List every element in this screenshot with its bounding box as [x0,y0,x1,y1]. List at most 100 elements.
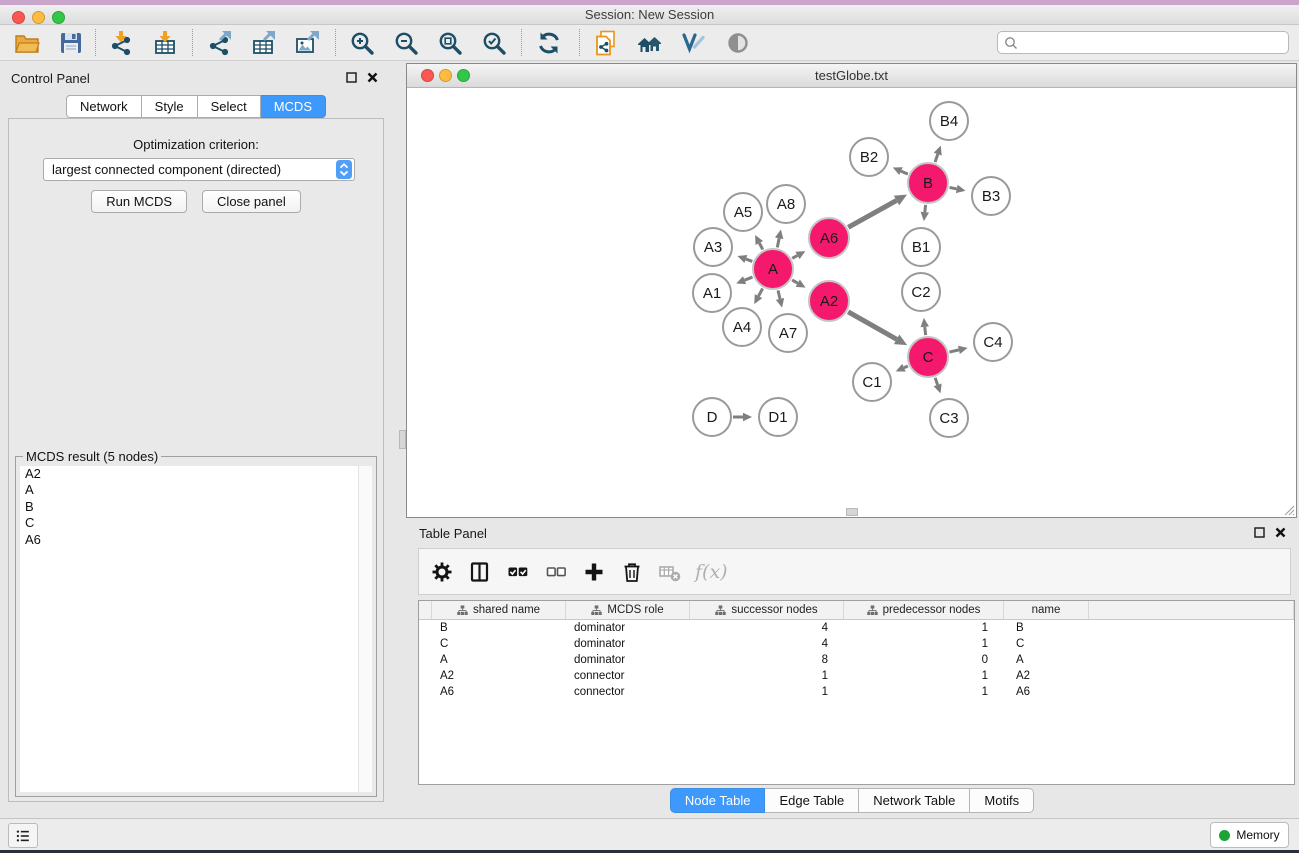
export-network-button[interactable] [200,28,238,58]
import-network-button[interactable] [102,28,140,58]
table-row[interactable]: B dominator 4 1 B [419,620,1294,636]
graph-edge-B-B3[interactable] [950,187,957,188]
export-table-button[interactable] [244,28,282,58]
delete-column-button[interactable] [617,555,647,589]
tab-network[interactable]: Network [66,95,142,118]
import-table-button[interactable] [146,28,184,58]
run-mcds-button[interactable]: Run MCDS [91,190,187,213]
maximize-traffic-light[interactable] [52,11,65,24]
select-all-button[interactable] [503,555,533,589]
vizmapper-button[interactable] [675,28,713,58]
graph-node-A5[interactable]: A5 [724,193,762,231]
zoom-in-button[interactable] [343,28,381,58]
graph-node-B[interactable]: B [908,163,948,203]
graph-node-C[interactable]: C [908,337,948,377]
memory-button[interactable]: Memory [1210,822,1289,848]
search-input[interactable] [1022,35,1282,51]
zoom-selected-button[interactable] [475,28,513,58]
close-traffic-light[interactable] [12,11,25,24]
graph-edge-A2-C[interactable] [848,312,897,339]
graph-edge-A-A4[interactable] [758,288,762,296]
mcds-result-list[interactable]: A2ABCA6 [20,466,372,792]
network-window-titlebar[interactable]: testGlobe.txt [407,64,1296,88]
graph-node-B3[interactable]: B3 [972,177,1010,215]
graph-edge-A-A7[interactable] [778,290,780,299]
vertical-splitter-handle[interactable] [399,430,406,449]
network-maximize-traffic-light[interactable] [457,69,470,82]
close-panel-button[interactable]: Close panel [202,190,301,213]
graph-node-A1[interactable]: A1 [693,274,731,312]
graph-edge-A-A3[interactable] [746,259,752,261]
graph-node-A[interactable]: A [753,249,793,289]
graph-node-C1[interactable]: C1 [853,363,891,401]
graph-node-B2[interactable]: B2 [850,138,888,176]
refresh-view-button[interactable] [530,28,568,58]
result-list-scrollbar[interactable] [358,466,372,792]
graph-edge-C-C4[interactable] [949,350,958,352]
table-row[interactable]: A6 connector 1 1 A6 [419,684,1294,700]
column-header-name[interactable]: name [1004,601,1089,619]
graph-node-C3[interactable]: C3 [930,399,968,437]
table-settings-button[interactable] [427,555,457,589]
horizontal-splitter-handle[interactable] [846,508,858,516]
graph-edge-A-A2[interactable] [792,280,798,283]
function-builder-button[interactable]: f(x) [695,561,728,583]
zoom-out-button[interactable] [387,28,425,58]
table-row[interactable]: A dominator 8 0 A [419,652,1294,668]
search-field[interactable] [997,31,1289,54]
minimize-traffic-light[interactable] [32,11,45,24]
graph-edge-A-A5[interactable] [759,243,762,250]
graph-edge-A6-B[interactable] [848,200,896,227]
resize-grip-icon[interactable] [1281,502,1295,516]
tab-motifs[interactable]: Motifs [970,788,1034,813]
network-minimize-traffic-light[interactable] [439,69,452,82]
graph-node-A3[interactable]: A3 [694,228,732,266]
column-header-MCDS-role[interactable]: MCDS role [566,601,690,619]
graph-node-A6[interactable]: A6 [809,218,849,258]
table-row[interactable]: A2 connector 1 1 A2 [419,668,1294,684]
graph-edge-C-C1[interactable] [904,366,908,368]
graph-node-C2[interactable]: C2 [902,273,940,311]
show-hide-button[interactable] [719,28,757,58]
tab-node-table[interactable]: Node Table [670,788,766,813]
zoom-fit-button[interactable] [431,28,469,58]
tab-mcds[interactable]: MCDS [261,95,326,118]
delete-table-button[interactable] [655,555,685,589]
column-header-successor-nodes[interactable]: successor nodes [690,601,844,619]
float-panel-icon[interactable] [1254,527,1265,538]
close-panel-icon[interactable] [367,72,378,83]
graph-edge-C-C2[interactable] [925,327,926,335]
graph-node-A8[interactable]: A8 [767,185,805,223]
network-close-traffic-light[interactable] [421,69,434,82]
tab-edge-table[interactable]: Edge Table [765,788,859,813]
graph-node-D[interactable]: D [693,398,731,436]
deselect-all-button[interactable] [541,555,571,589]
save-session-button[interactable] [52,28,90,58]
graph-edge-A-A6[interactable] [792,255,797,258]
show-panels-button[interactable] [8,823,38,848]
export-image-button[interactable] [288,28,326,58]
float-panel-icon[interactable] [346,72,357,83]
column-header-shared-name[interactable]: shared name [432,601,566,619]
open-session-button[interactable] [8,28,46,58]
graph-node-B1[interactable]: B1 [902,228,940,266]
graph-node-D1[interactable]: D1 [759,398,797,436]
graph-node-A7[interactable]: A7 [769,314,807,352]
graph-edge-B-B4[interactable] [935,154,938,162]
column-layout-button[interactable] [465,555,495,589]
tab-network-table[interactable]: Network Table [859,788,970,813]
network-graph-canvas[interactable]: AA1A2A3A4A5A6A7A8BB1B2B3B4CC1C2C3C4DD1 [407,88,1296,517]
home-view-button[interactable] [631,28,669,58]
copy-network-button[interactable] [587,28,625,58]
graph-edge-B-B1[interactable] [925,205,926,212]
table-row[interactable]: C dominator 4 1 C [419,636,1294,652]
close-panel-icon[interactable] [1275,527,1286,538]
graph-edge-A-A8[interactable] [777,238,779,247]
optimization-criterion-select[interactable]: largest connected component (directed) [43,158,355,181]
graph-edge-C-C3[interactable] [935,378,937,385]
graph-edge-A-A1[interactable] [745,277,753,280]
column-header-predecessor-nodes[interactable]: predecessor nodes [844,601,1004,619]
tab-select[interactable]: Select [198,95,261,118]
graph-node-B4[interactable]: B4 [930,102,968,140]
graph-node-A4[interactable]: A4 [723,308,761,346]
